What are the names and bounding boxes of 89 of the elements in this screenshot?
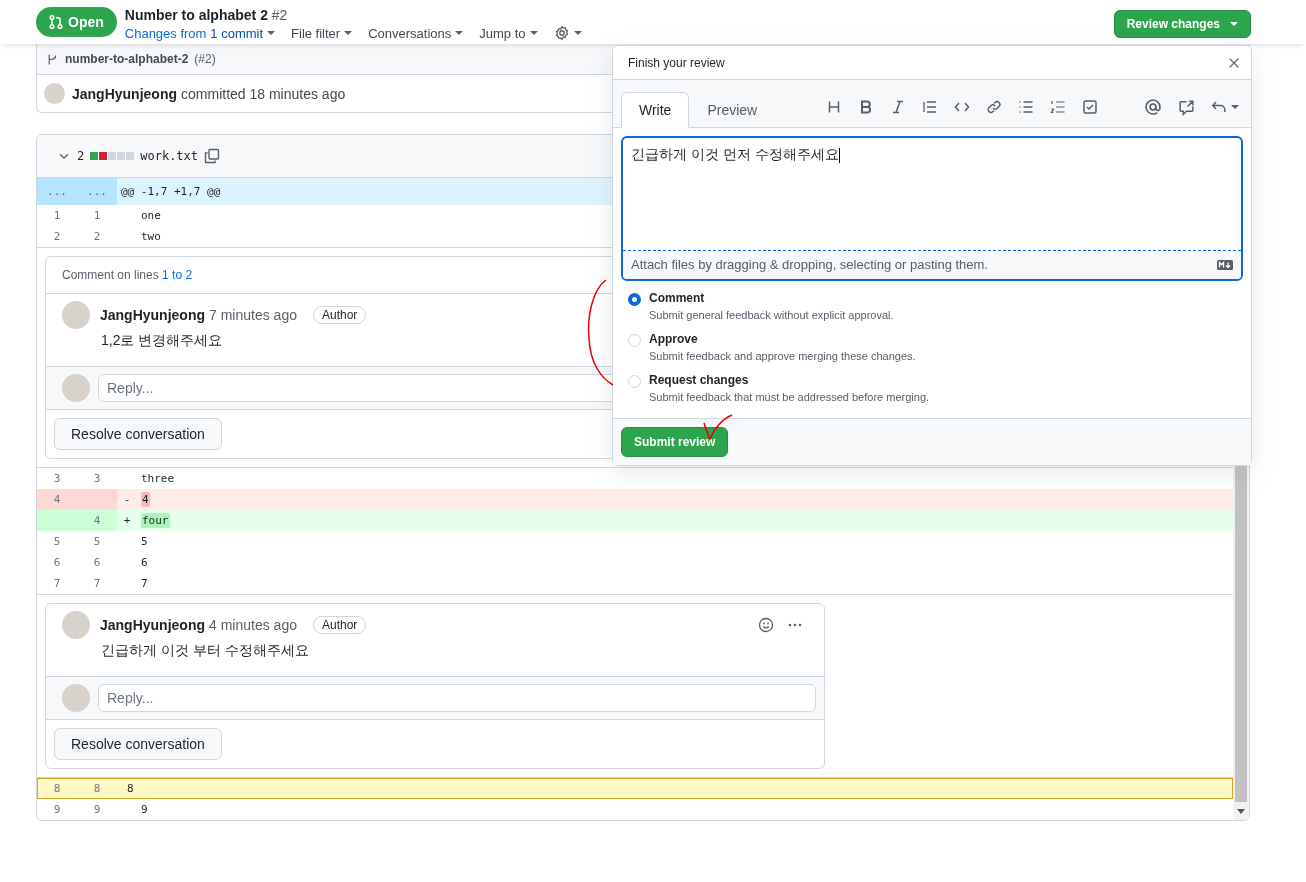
line-number: 9 — [92, 802, 102, 818]
copy-icon[interactable] — [204, 148, 221, 164]
option-description: Submit general feedback without explicit approval. — [649, 309, 894, 321]
author-name[interactable]: JangHyunjeong — [100, 617, 205, 633]
line-number: 3 — [52, 471, 62, 487]
mention-icon[interactable] — [1144, 98, 1162, 116]
editor-tab[interactable]: Write — [621, 92, 690, 128]
code-line: 5 — [141, 535, 148, 548]
branch-icon — [46, 52, 59, 66]
branch-pr-number: (#2) — [194, 52, 216, 66]
file-name[interactable]: work.txt — [140, 149, 199, 163]
avatar — [62, 301, 90, 329]
line-number: 4 — [37, 489, 77, 510]
line-number: 6 — [52, 555, 62, 571]
resolve-conversation-button[interactable]: Resolve conversation — [54, 418, 222, 450]
filter-dropdown[interactable]: Jump to — [479, 25, 538, 41]
avatar — [44, 83, 65, 104]
line-number: 8 — [92, 781, 102, 797]
comment-time[interactable]: 7 minutes ago — [209, 307, 297, 323]
avatar — [62, 611, 90, 639]
bold-icon[interactable] — [858, 99, 874, 115]
reply-field[interactable]: Reply... — [98, 684, 816, 712]
author-name[interactable]: JangHyunjeong — [72, 85, 177, 102]
option-description: Submit feedback and approve merging these changes. — [649, 350, 916, 362]
filter-dropdown[interactable]: File filter — [291, 25, 353, 41]
task-list-icon[interactable] — [1082, 99, 1098, 115]
scroll-down-icon[interactable] — [1237, 809, 1245, 815]
avatar — [62, 374, 90, 402]
code-line: 8 — [127, 782, 134, 795]
option-label[interactable]: Approve — [649, 332, 916, 346]
avatar — [62, 684, 90, 712]
code-line: 7 — [141, 577, 148, 590]
resolve-conversation-button[interactable]: Resolve conversation — [54, 728, 222, 760]
numbered-list-icon[interactable] — [1050, 99, 1066, 115]
line-number: 3 — [92, 471, 102, 487]
quote-icon[interactable] — [922, 99, 938, 115]
option-label[interactable]: Comment — [649, 291, 894, 305]
open-label: Open — [68, 14, 104, 30]
code-line: 6 — [141, 556, 148, 569]
line-number: 7 — [92, 576, 102, 592]
code-line: three — [141, 472, 175, 485]
line-number: 9 — [52, 802, 62, 818]
line-number — [37, 510, 77, 531]
pull-request-icon — [48, 14, 64, 30]
line-number: 4 — [77, 510, 117, 531]
branch-name[interactable]: number-to-alphabet-2 — [65, 52, 189, 66]
comment-text: 1,2로 변경해주세요 — [100, 332, 223, 350]
italic-icon[interactable] — [890, 99, 906, 115]
comment-editor[interactable]: 긴급하게 이것 먼저 수정해주세요 Attach files by dragging & dropping, selecting or pasting them. — [621, 136, 1243, 281]
smiley-icon[interactable] — [758, 617, 774, 633]
commits-dropdown[interactable]: Changes from 1 commit — [124, 25, 276, 41]
markdown-icon — [1217, 259, 1233, 270]
code-line: one — [141, 209, 161, 222]
change-count: 2 — [77, 149, 85, 163]
hunk-header: @@ -1,7 +1,7 @@ — [120, 185, 221, 198]
cross-reference-icon[interactable] — [1178, 98, 1195, 116]
line-number: 2 — [92, 229, 102, 245]
commit-time: committed 18 minutes ago — [181, 85, 346, 102]
comment-time[interactable]: 4 minutes ago — [209, 617, 297, 633]
line-number: 7 — [52, 576, 62, 592]
undo-menu[interactable] — [1211, 99, 1239, 115]
bullet-list-icon[interactable] — [1018, 99, 1034, 115]
filter-dropdown[interactable]: Conversations — [368, 25, 464, 41]
code-line: 9 — [141, 803, 148, 816]
popup-title: Finish your review — [628, 55, 725, 70]
expand-line-number[interactable]: ... — [77, 178, 117, 205]
pr-number: #2 — [271, 7, 288, 23]
diff-marker: + — [123, 514, 131, 527]
diffstat-drawing — [90, 152, 135, 160]
expand-line-number[interactable]: ... — [37, 178, 77, 205]
author-name[interactable]: JangHyunjeong — [100, 307, 205, 323]
line-number — [77, 489, 117, 510]
pr-title: Number to alphabet 2 — [124, 7, 268, 23]
diff-marker: - — [123, 493, 131, 506]
line-number: 5 — [92, 534, 102, 550]
line-number: 5 — [52, 534, 62, 550]
comment-text: 긴급하게 이것 부터 수정해주세요 — [100, 642, 309, 660]
line-number: 1 — [92, 208, 102, 224]
line-number: 1 — [52, 208, 62, 224]
heading-icon[interactable] — [826, 99, 842, 115]
editor-tab[interactable]: Preview — [689, 92, 776, 128]
line-number: 2 — [52, 229, 62, 245]
settings-button[interactable] — [553, 25, 582, 41]
line-number: 8 — [52, 781, 62, 797]
undo-icon[interactable] — [1211, 99, 1227, 115]
line-number: 6 — [92, 555, 102, 571]
code-line: two — [141, 230, 161, 243]
link-icon[interactable] — [986, 99, 1002, 115]
radio-button[interactable] — [628, 293, 641, 306]
